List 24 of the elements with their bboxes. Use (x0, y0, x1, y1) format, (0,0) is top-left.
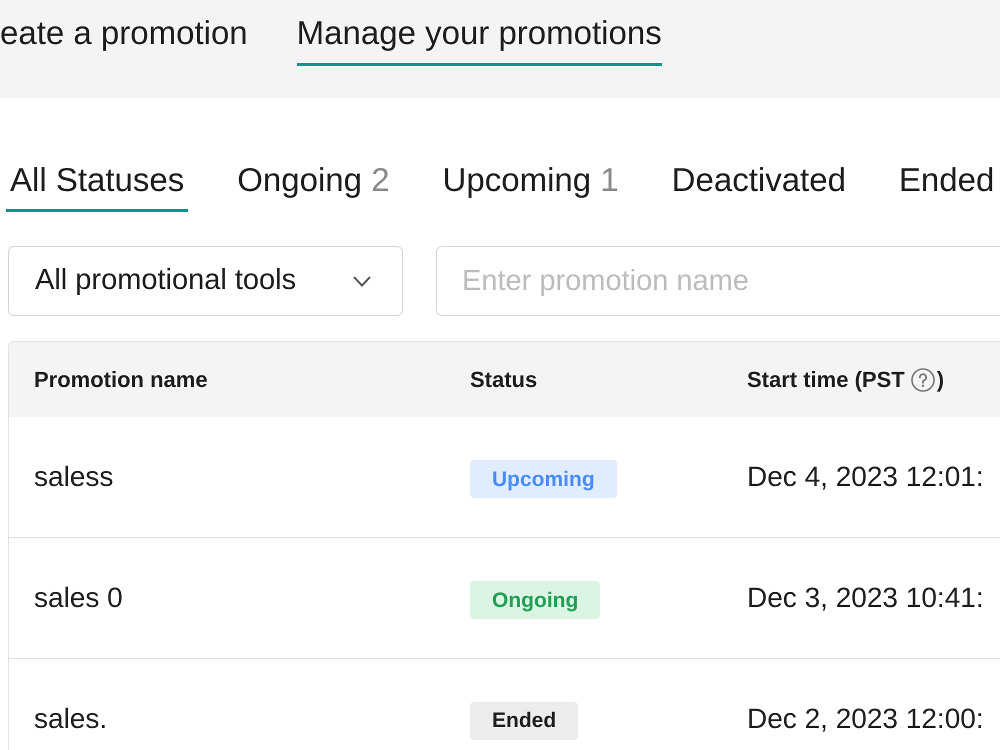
status-tab[interactable]: Ended (894, 160, 994, 212)
promotion-name-text: sales. (34, 702, 108, 734)
help-icon[interactable] (910, 368, 935, 392)
status-tab[interactable]: Ongoing 2 (233, 160, 394, 212)
status-tab[interactable]: Deactivated (668, 160, 850, 212)
page-tab[interactable]: eate a promotion (0, 13, 248, 66)
column-header: Promotion name (34, 366, 208, 394)
column-header-paren: ) (936, 366, 944, 394)
status-badge: Upcoming (470, 460, 617, 498)
chevron-down-icon (353, 276, 371, 286)
page-tab[interactable]: Manage your promotions (296, 13, 662, 66)
status-badge: Ended (470, 702, 578, 740)
promotion-name-search-field[interactable]: Enter promotion name (436, 246, 1000, 316)
start-time-text: Dec 3, 2023 10:41: (747, 582, 984, 613)
promotion-name-text: sales 0 (34, 582, 123, 613)
start-time-text: Dec 2, 2023 12:00: (747, 702, 984, 734)
promotion-name-text: saless (34, 461, 114, 492)
column-header: Status (470, 366, 538, 394)
status-badge: Ongoing (470, 581, 600, 620)
column-header: Start time (PST (747, 366, 905, 394)
status-tab[interactable]: Upcoming 1 (438, 160, 623, 212)
status-tab[interactable]: All Statuses (6, 160, 188, 212)
promotional-tools-dropdown[interactable]: All promotional tools (8, 246, 403, 316)
start-time-text: Dec 4, 2023 12:01: (747, 461, 984, 492)
